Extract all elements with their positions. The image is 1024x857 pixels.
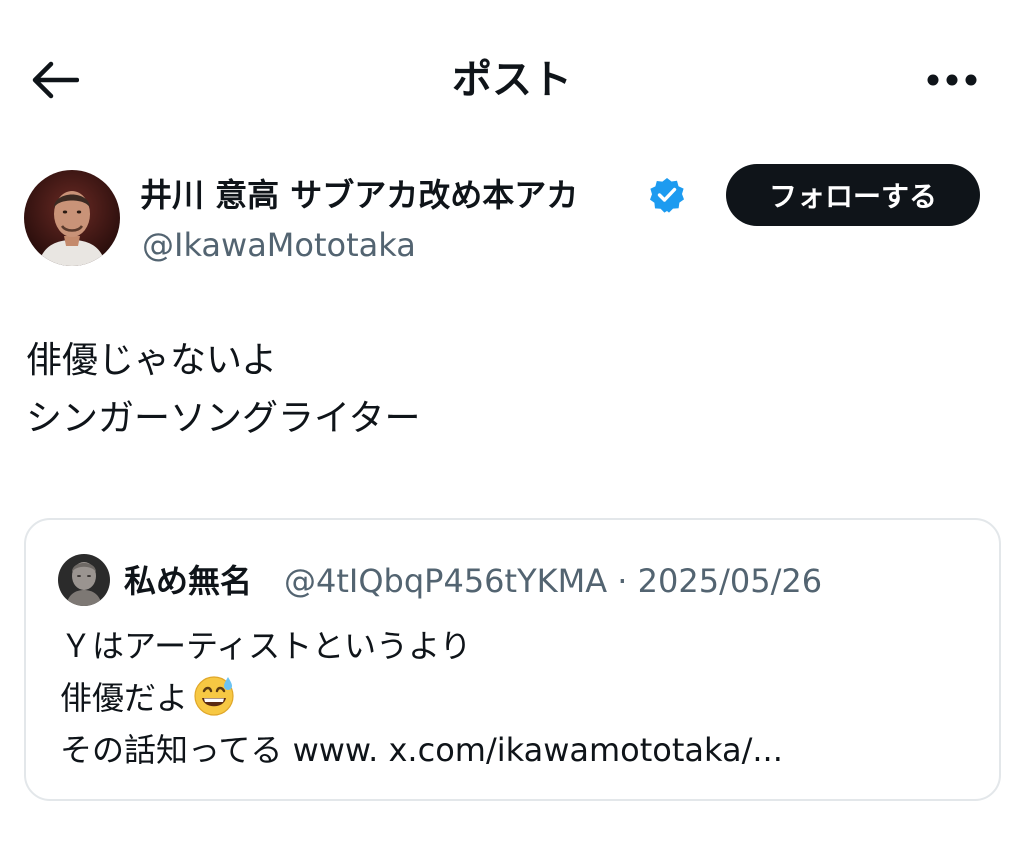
- quoted-post-text: Ｙはアーティストというより 俳優だよ その話知ってる www. x.com/ik…: [60, 620, 783, 776]
- author-row: 井川 意高 サブアカ改め本アカ @IkawaMototaka フォローする: [0, 160, 1024, 280]
- verified-badge-icon: [648, 176, 686, 214]
- grinning-face-with-sweat-icon: [192, 673, 236, 717]
- quoted-text-line: その話知ってる www. x.com/ikawamototaka/...: [60, 731, 783, 769]
- quoted-avatar: [58, 554, 110, 606]
- follow-button[interactable]: フォローする: [726, 164, 980, 226]
- quoted-handle-date: @4tIQbqP456tYKMA · 2025/05/26: [284, 562, 823, 600]
- post-text-line: シンガーソングライター: [26, 398, 421, 439]
- quoted-post-card[interactable]: 私め無名 @4tIQbqP456tYKMA · 2025/05/26 Ｙはアーテ…: [24, 518, 1001, 801]
- post-text-line: 俳優じゃないよ: [26, 340, 278, 381]
- user-handle[interactable]: @IkawaMototaka: [142, 224, 416, 266]
- ellipsis-horizontal-icon: [927, 74, 977, 86]
- avatar[interactable]: [24, 170, 120, 266]
- post-text: 俳優じゃないよ シンガーソングライター: [26, 332, 421, 448]
- more-options-button[interactable]: [918, 56, 986, 104]
- top-bar: ポスト: [0, 0, 1024, 160]
- quoted-display-name: 私め無名: [124, 562, 253, 600]
- quoted-text-line: Ｙはアーティストというより: [60, 627, 472, 665]
- quoted-text-line: 俳優だよ: [60, 672, 783, 724]
- display-name[interactable]: 井川 意高 サブアカ改め本アカ: [140, 174, 578, 216]
- page-title: ポスト: [452, 57, 572, 103]
